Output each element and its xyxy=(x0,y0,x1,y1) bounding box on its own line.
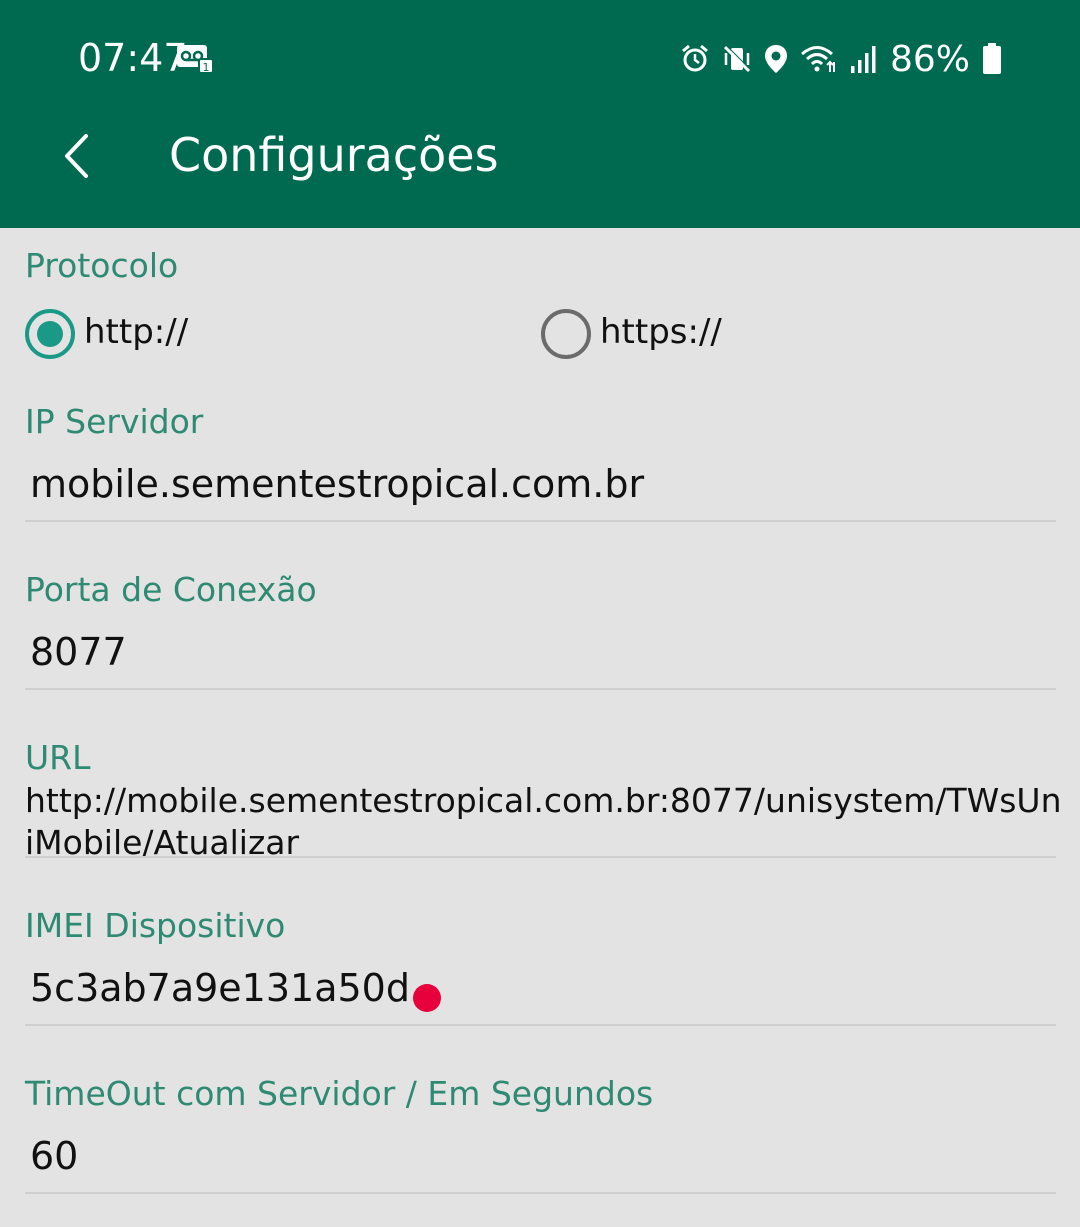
alarm-icon xyxy=(682,44,708,72)
svg-text:1: 1 xyxy=(203,61,210,73)
signal-icon xyxy=(850,46,876,73)
server-ip-label: IP Servidor xyxy=(25,402,204,441)
status-icons: 86% xyxy=(680,36,1002,82)
port-underline xyxy=(25,688,1056,690)
red-marker-dot xyxy=(413,984,441,1012)
wifi-icon xyxy=(801,46,835,72)
server-ip-input[interactable]: mobile.sementestropical.com.br xyxy=(30,462,644,506)
radio-http[interactable] xyxy=(25,309,75,359)
timeout-underline xyxy=(25,1192,1056,1194)
url-label: URL xyxy=(25,738,91,777)
location-icon xyxy=(764,45,787,73)
imei-underline xyxy=(25,1024,1056,1026)
back-button[interactable] xyxy=(52,128,100,184)
server-ip-underline xyxy=(25,520,1056,522)
battery-percentage: 86% xyxy=(889,38,970,80)
timeout-input[interactable]: 60 xyxy=(30,1134,78,1178)
url-value: http://mobile.sementestropical.com.br:80… xyxy=(25,781,1062,862)
port-label: Porta de Conexão xyxy=(25,570,317,609)
port-input[interactable]: 8077 xyxy=(30,630,127,674)
protocol-label: Protocolo xyxy=(25,246,179,285)
voicemail-icon: 1 xyxy=(177,45,213,73)
battery-icon xyxy=(983,43,1001,74)
chevron-left-icon xyxy=(65,134,88,178)
page-title: Configurações xyxy=(169,128,499,182)
url-underline xyxy=(25,856,1056,858)
imei-label: IMEI Dispositivo xyxy=(25,906,286,945)
status-time: 07:47 xyxy=(78,36,188,80)
timeout-label: TimeOut com Servidor / Em Segundos xyxy=(25,1074,654,1113)
radio-https[interactable] xyxy=(541,309,591,359)
radio-https-label[interactable]: https:// xyxy=(600,312,722,352)
vibrate-mute-icon xyxy=(723,45,751,73)
app-header: 07:47 1 86% Configurações xyxy=(0,0,1080,228)
imei-input[interactable]: 5c3ab7a9e131a50d xyxy=(30,966,410,1010)
radio-http-label[interactable]: http:// xyxy=(84,312,188,352)
